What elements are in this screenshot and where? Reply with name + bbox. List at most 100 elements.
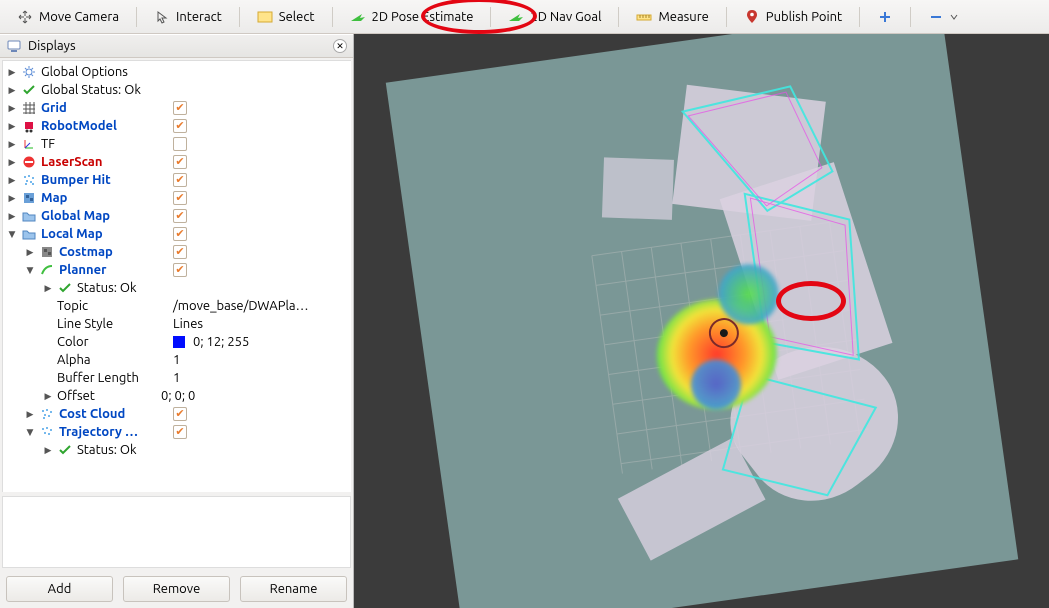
caret-icon[interactable]: ▶ [25,409,35,420]
tree-prop-topic[interactable]: ▶ Topic /move_base/DWAPla… [3,297,351,315]
checkbox[interactable] [173,245,187,259]
annotation-ellipse-goal [776,281,846,321]
caret-icon[interactable]: ▶ [43,445,53,456]
publish-point-button[interactable]: Publish Point [733,5,853,29]
checkbox[interactable] [173,209,187,223]
caret-icon[interactable]: ▶ [7,139,17,150]
tree-prop-bufferlen[interactable]: ▶ Buffer Length 1 [3,369,351,387]
tree-item-localmap[interactable]: ▼ Local Map [3,225,351,243]
interact-button[interactable]: Interact [143,5,233,29]
caret-icon[interactable]: ▶ [7,175,17,186]
select-button[interactable]: Select [246,5,326,29]
move-camera-button[interactable]: Move Camera [6,5,130,29]
caret-icon[interactable]: ▶ [25,247,35,258]
check-icon [57,442,73,458]
tree-item-label: Cost Cloud [59,407,169,421]
prop-value[interactable]: /move_base/DWAPla… [173,299,309,313]
tree-item-trajectory-status[interactable]: ▶ Status: Ok [3,441,351,459]
tree-prop-linestyle[interactable]: ▶ Line Style Lines [3,315,351,333]
caret-icon[interactable]: ▼ [25,427,35,438]
checkbox[interactable] [173,191,187,205]
caret-icon[interactable]: ▶ [7,157,17,168]
tree-item-label: Global Map [41,209,169,223]
pose-estimate-button[interactable]: 2D Pose Estimate [339,5,485,29]
displays-tree[interactable]: ▶ Global Options ▶ Global Status: Ok ▶ G… [2,60,351,492]
remove-tool-button[interactable] [917,5,969,29]
prop-value[interactable]: 0; 12; 255 [193,335,249,349]
tree-item-map[interactable]: ▶ Map [3,189,351,207]
arrow-green-icon [350,9,366,25]
tree-item-label: RobotModel [41,119,169,133]
checkbox[interactable] [173,227,187,241]
checkbox[interactable] [173,425,187,439]
tree-item-global-options[interactable]: ▶ Global Options [3,63,351,81]
remove-button[interactable]: Remove [123,576,230,602]
caret-icon[interactable]: ▶ [7,193,17,204]
caret-icon[interactable]: ▼ [25,265,35,276]
caret-icon[interactable]: ▶ [7,211,17,222]
caret-icon[interactable]: ▶ [7,85,17,96]
tree-item-label: Map [41,191,169,205]
toolbar-separator [859,7,860,27]
add-button[interactable]: Add [6,576,113,602]
axes-icon [21,136,37,152]
nav-goal-button[interactable]: 2D Nav Goal [497,5,612,29]
add-tool-button[interactable] [866,5,904,29]
checkbox[interactable] [173,173,187,187]
checkbox[interactable] [173,407,187,421]
prop-value[interactable]: 0; 0; 0 [161,389,195,403]
checkbox[interactable] [173,155,187,169]
tree-item-planner[interactable]: ▼ Planner [3,261,351,279]
caret-icon[interactable]: ▶ [43,283,53,294]
tree-item-costmap[interactable]: ▶ Costmap [3,243,351,261]
prop-label: Topic [57,299,169,313]
displays-panel: Displays ✕ ▶ Global Options ▶ Global Sta… [0,34,354,608]
ruler-icon [636,9,652,25]
caret-icon[interactable]: ▶ [7,103,17,114]
tree-item-globalmap[interactable]: ▶ Global Map [3,207,351,225]
tree-item-label: LaserScan [41,155,169,169]
prop-label: Offset [57,389,157,403]
tree-prop-alpha[interactable]: ▶ Alpha 1 [3,351,351,369]
checkbox[interactable] [173,263,187,277]
prop-value[interactable]: 1 [173,353,180,367]
tree-item-label: Costmap [59,245,169,259]
measure-label: Measure [658,10,708,24]
color-swatch [173,336,185,348]
prop-value[interactable]: Lines [173,317,203,331]
robot-footprint [701,310,746,355]
monitor-icon [6,38,22,54]
close-icon[interactable]: ✕ [333,39,347,53]
checkbox[interactable] [173,119,187,133]
tree-item-bumperhit[interactable]: ▶ Bumper Hit [3,171,351,189]
checkbox[interactable] [173,137,187,151]
tree-prop-color[interactable]: ▶ Color 0; 12; 255 [3,333,351,351]
rename-button[interactable]: Rename [240,576,347,602]
prop-value[interactable]: 1 [173,371,180,385]
tree-item-costcloud[interactable]: ▶ Cost Cloud [3,405,351,423]
tree-item-tf[interactable]: ▶ TF [3,135,351,153]
rviz-viewport[interactable] [354,34,1049,608]
tree-item-laserscan[interactable]: ▶ LaserScan [3,153,351,171]
minus-icon [928,9,944,25]
tree-item-label: Global Status: Ok [41,83,141,97]
checkbox[interactable] [173,101,187,115]
tree-prop-offset[interactable]: ▶ Offset 0; 0; 0 [3,387,351,405]
tree-item-label: Status: Ok [77,281,137,295]
caret-icon[interactable]: ▼ [7,229,17,240]
displays-panel-header[interactable]: Displays ✕ [0,34,353,58]
displays-button-row: Add Remove Rename [0,570,353,608]
caret-icon[interactable]: ▶ [7,67,17,78]
nav-goal-label: 2D Nav Goal [530,10,601,24]
main-area: Displays ✕ ▶ Global Options ▶ Global Sta… [0,34,1049,608]
tree-item-trajectory[interactable]: ▼ Trajectory … [3,423,351,441]
tree-item-global-status[interactable]: ▶ Global Status: Ok [3,81,351,99]
tree-item-planner-status[interactable]: ▶ Status: Ok [3,279,351,297]
gear-icon [21,64,37,80]
caret-icon[interactable]: ▶ [7,121,17,132]
tree-item-robotmodel[interactable]: ▶ RobotModel [3,117,351,135]
measure-button[interactable]: Measure [625,5,719,29]
caret-icon[interactable]: ▶ [43,391,53,402]
tree-item-grid[interactable]: ▶ Grid [3,99,351,117]
tree-item-label: Planner [59,263,169,277]
